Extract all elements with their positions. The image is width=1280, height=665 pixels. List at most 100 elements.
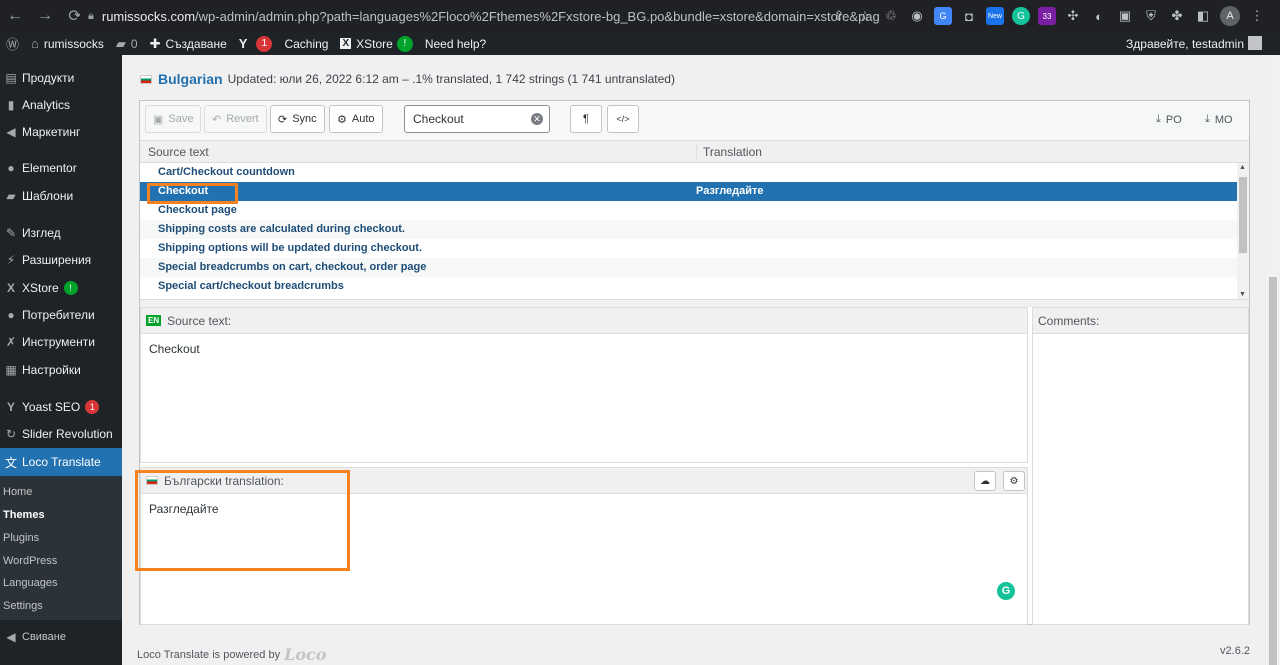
comments-count: 0 bbox=[130, 36, 138, 51]
sidebar-item-templates[interactable]: ▰ Шаблони bbox=[0, 183, 122, 209]
scroll-down-icon[interactable]: ▼ bbox=[1239, 291, 1246, 298]
sidebar-item-marketing[interactable]: ◀ Маркетинг bbox=[0, 119, 122, 145]
comments-textarea[interactable] bbox=[1033, 334, 1248, 350]
sidebar-item-users[interactable]: ● Потребители bbox=[0, 302, 122, 328]
cloud-icon: ☁︎ bbox=[980, 475, 990, 487]
caching-link[interactable]: Caching bbox=[278, 32, 334, 55]
sidebar-item-label: XStore bbox=[22, 281, 59, 295]
submenu-settings[interactable]: Settings bbox=[3, 600, 43, 612]
auto-translate-single-button[interactable]: ⚙︎ bbox=[1003, 471, 1025, 491]
revert-button[interactable]: ↶ Revert bbox=[204, 105, 267, 133]
toggle-invisibles-button[interactable]: ¶ bbox=[570, 105, 602, 133]
revert-label: Revert bbox=[226, 113, 259, 125]
sidebar-item-appearance[interactable]: ✎ Изглед bbox=[0, 220, 122, 246]
submenu-languages[interactable]: Languages bbox=[3, 577, 57, 589]
sidebar-item-xstore[interactable]: X XStore ! bbox=[0, 275, 122, 301]
user-avatar[interactable] bbox=[1248, 36, 1262, 50]
table-row[interactable]: Special breadcrumbs on cart, checkout, o… bbox=[140, 258, 1237, 277]
extension-dark-icon[interactable]: ◐ bbox=[1090, 7, 1108, 25]
sidebar-item-settings[interactable]: ▦ Настройки bbox=[0, 357, 122, 383]
extension-shield-icon[interactable]: ⛨ bbox=[1142, 7, 1160, 25]
clear-search-icon[interactable]: ✕ bbox=[531, 113, 543, 125]
share-icon[interactable]: ⇪ bbox=[830, 7, 848, 25]
page-scrollbar[interactable] bbox=[1266, 55, 1280, 665]
scroll-up-icon[interactable]: ▲ bbox=[1239, 164, 1246, 171]
plug-icon: ⚡︎ bbox=[6, 253, 16, 267]
extension-new-icon[interactable]: New bbox=[986, 7, 1004, 25]
table-row-selected[interactable]: Checkout Разгледайте bbox=[140, 182, 1237, 201]
sidebar-item-plugins[interactable]: ⚡︎ Разширения bbox=[0, 247, 122, 273]
table-row[interactable]: Special cart/checkout breadcrumbs bbox=[140, 277, 1237, 296]
table-row[interactable]: Shipping options will be updated during … bbox=[140, 239, 1237, 258]
archive-icon: ▤ bbox=[5, 71, 17, 85]
pane-resize-handle[interactable] bbox=[140, 299, 1249, 307]
extension-counter-icon[interactable]: 33 bbox=[1038, 7, 1056, 25]
sidebar-item-products[interactable]: ▤ Продукти bbox=[0, 65, 122, 91]
code-icon: </> bbox=[616, 114, 630, 124]
col-source-header[interactable]: Source text bbox=[148, 145, 209, 159]
sidebar-item-label: Шаблони bbox=[22, 189, 74, 203]
submenu-themes[interactable]: Themes bbox=[3, 509, 45, 521]
extension-camera-icon[interactable]: ◘ bbox=[960, 7, 978, 25]
sliders-icon: ▦ bbox=[5, 363, 17, 377]
sync-button[interactable]: ⟳ Sync bbox=[270, 105, 325, 133]
extension-screen-icon[interactable]: ▣ bbox=[1116, 7, 1134, 25]
bookmark-star-icon[interactable]: ☆ bbox=[856, 7, 874, 25]
auto-translate-button[interactable]: ⚙︎ Auto bbox=[329, 105, 383, 133]
grid-scrollbar[interactable]: ▲ ▼ bbox=[1237, 163, 1249, 299]
submenu-wordpress[interactable]: WordPress bbox=[3, 555, 57, 567]
extension-translate-icon[interactable]: G bbox=[934, 7, 952, 25]
sidebar-item-slider-revolution[interactable]: ↻ Slider Revolution bbox=[0, 421, 122, 447]
table-row[interactable]: Cart/Checkout countdown bbox=[140, 163, 1237, 182]
my-account-link[interactable]: Здравейте, testadmin bbox=[1126, 32, 1244, 55]
source-pane-label: Source text: bbox=[167, 313, 232, 328]
extension-recycle-icon[interactable]: ♲ bbox=[882, 7, 900, 25]
xstore-link[interactable]: X XStore ! bbox=[334, 32, 418, 55]
xstore-badge: ! bbox=[396, 35, 413, 52]
sidebar-item-label: Elementor bbox=[22, 161, 77, 175]
extension-puzzle-x-icon[interactable]: ✣ bbox=[1064, 7, 1082, 25]
table-row[interactable]: Checkout page bbox=[140, 201, 1237, 220]
po-label: PO bbox=[1165, 113, 1182, 126]
download-po-button[interactable]: ⤓ PO bbox=[1156, 113, 1182, 126]
site-name-link[interactable]: ⌂ rumissocks bbox=[25, 32, 110, 55]
language-header: Bulgarian Updated: юли 26, 2022 6:12 am … bbox=[140, 71, 675, 87]
grammarly-icon[interactable]: G bbox=[997, 582, 1015, 600]
loco-logo[interactable]: Loco bbox=[284, 645, 326, 664]
submenu-home[interactable]: Home bbox=[3, 486, 32, 498]
filter-search-input[interactable]: Checkout ✕ bbox=[404, 105, 550, 133]
language-meta: Updated: юли 26, 2022 6:12 am – .1% tran… bbox=[227, 72, 675, 86]
col-translation-header[interactable]: Translation bbox=[696, 145, 762, 159]
new-content-link[interactable]: ✚ Създаване bbox=[144, 32, 233, 55]
forward-icon[interactable]: → bbox=[30, 0, 60, 32]
wp-logo-icon[interactable]: Ⓦ bbox=[0, 32, 25, 55]
address-bar[interactable]: 🔒︎ rumissocks.com /wp-admin/admin.php?pa… bbox=[80, 4, 880, 28]
help-link[interactable]: Need help? bbox=[419, 32, 492, 55]
side-panel-icon[interactable]: ◧ bbox=[1194, 7, 1212, 25]
profile-avatar[interactable]: A bbox=[1220, 6, 1240, 26]
extension-globe-icon[interactable]: ◉ bbox=[908, 7, 926, 25]
sidebar-item-loco-translate[interactable]: 文 Loco Translate bbox=[0, 448, 122, 476]
row-source: Special cart/checkout breadcrumbs bbox=[158, 280, 344, 292]
table-row[interactable]: Shipping costs are calculated during che… bbox=[140, 220, 1237, 239]
translate-icon: 文 bbox=[4, 455, 17, 470]
extension-grammarly-icon[interactable]: G bbox=[1012, 7, 1030, 25]
page-scroll-thumb[interactable] bbox=[1269, 277, 1277, 665]
sidebar-item-elementor[interactable]: ● Elementor bbox=[0, 155, 122, 181]
submenu-plugins[interactable]: Plugins bbox=[3, 532, 39, 544]
yoast-link[interactable]: Y 1 bbox=[233, 32, 279, 55]
extensions-puzzle-icon[interactable]: ✤ bbox=[1168, 7, 1186, 25]
save-button[interactable]: ▣ Save bbox=[145, 105, 202, 133]
cloud-suggest-button[interactable]: ☁︎ bbox=[974, 471, 996, 491]
toggle-code-button[interactable]: </> bbox=[607, 105, 639, 133]
sidebar-item-tools[interactable]: ✗ Инструменти bbox=[0, 329, 122, 355]
sidebar-item-analytics[interactable]: ▮ Analytics bbox=[0, 92, 122, 118]
back-icon[interactable]: ← bbox=[0, 0, 30, 32]
sidebar-item-yoast[interactable]: Y Yoast SEO 1 bbox=[0, 394, 122, 420]
grid-scroll-thumb[interactable] bbox=[1239, 177, 1247, 253]
download-mo-button[interactable]: ⤓ MO bbox=[1205, 113, 1233, 126]
browser-menu-icon[interactable]: ⋮ bbox=[1248, 7, 1266, 25]
collapse-menu-button[interactable]: ◀ Свиване bbox=[0, 624, 122, 650]
comments-link[interactable]: ▰ 0 bbox=[110, 32, 144, 55]
language-name-link[interactable]: Bulgarian bbox=[158, 71, 223, 87]
